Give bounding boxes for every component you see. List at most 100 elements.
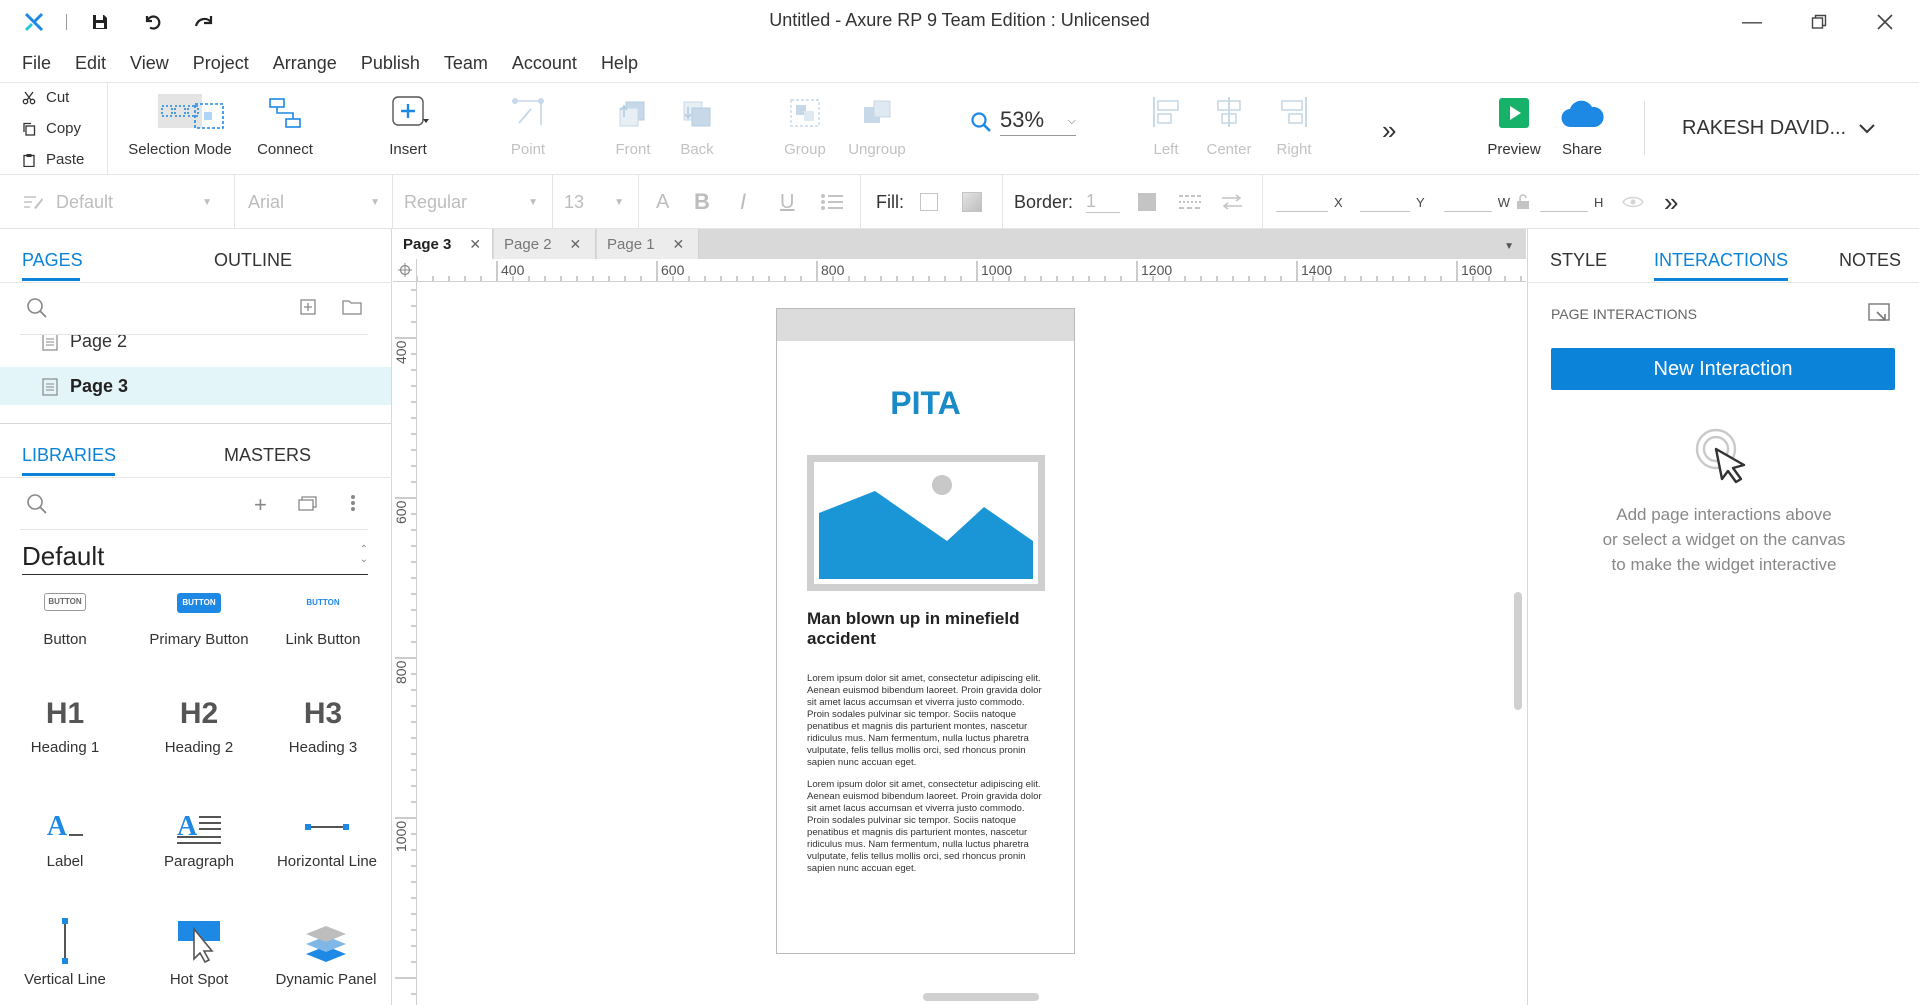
new-interaction-button[interactable]: New Interaction — [1551, 348, 1895, 390]
widget-button[interactable]: BUTTON Button — [16, 587, 114, 675]
more-tools-icon[interactable]: » — [1382, 115, 1396, 146]
front-button[interactable]: Front — [608, 83, 658, 176]
add-folder-icon[interactable] — [342, 299, 362, 320]
close-tab-icon[interactable]: ✕ — [570, 236, 582, 253]
border-color-button[interactable] — [1138, 175, 1156, 229]
tab-page-1[interactable]: Page 1 ✕ — [597, 229, 699, 259]
tab-outline[interactable]: OUTLINE — [214, 250, 292, 271]
tab-page-3[interactable]: Page 3 ✕ — [393, 229, 493, 259]
paste-button[interactable]: Paste — [22, 151, 84, 168]
close-tab-icon[interactable]: ✕ — [673, 236, 685, 253]
font-size-dropdown[interactable]: 13 ▼ — [564, 175, 624, 229]
preview-button[interactable]: Preview — [1484, 83, 1544, 176]
menu-team[interactable]: Team — [444, 53, 488, 74]
menu-arrange[interactable]: Arrange — [273, 53, 337, 74]
mobile-mockup[interactable]: PITA Man blown up in minefield accident … — [776, 308, 1075, 954]
arrow-style-button[interactable] — [1220, 175, 1244, 229]
x-input[interactable]: X — [1276, 175, 1346, 229]
w-input[interactable]: W — [1444, 175, 1510, 229]
fill-color-button[interactable] — [920, 175, 938, 229]
ruler-origin-icon[interactable] — [393, 259, 417, 282]
widget-hot-spot[interactable]: Hot Spot — [140, 917, 258, 1005]
more-format-icon[interactable]: » — [1664, 175, 1678, 229]
library-select[interactable]: Default ⌃ ⌄ — [22, 541, 368, 575]
widget-primary-button[interactable]: BUTTON Primary Button — [140, 587, 258, 675]
add-page-icon[interactable] — [300, 299, 316, 320]
fill-style-button[interactable] — [962, 175, 982, 229]
more-options-icon[interactable] — [350, 494, 356, 517]
menu-account[interactable]: Account — [512, 53, 577, 74]
underline-button[interactable]: U — [780, 175, 794, 229]
search-library-icon[interactable] — [26, 493, 48, 520]
vertical-scrollbar[interactable] — [1514, 592, 1522, 710]
tab-notes[interactable]: NOTES — [1839, 250, 1901, 271]
font-color-button[interactable]: A — [656, 175, 669, 229]
tab-interactions[interactable]: INTERACTIONS — [1654, 250, 1788, 271]
page-item-page-2[interactable]: Page 2 — [0, 335, 392, 365]
font-dropdown[interactable]: Arial ▼ — [248, 175, 380, 229]
menu-file[interactable]: File — [22, 53, 51, 74]
bold-button[interactable]: B — [694, 175, 710, 229]
align-right-button[interactable]: Right — [1272, 83, 1316, 176]
menu-publish[interactable]: Publish — [361, 53, 420, 74]
h-input[interactable]: H — [1540, 175, 1606, 229]
selection-rect-icon[interactable] — [192, 101, 226, 140]
fill-label: Fill: — [876, 191, 904, 212]
widget-heading-1[interactable]: H1 Heading 1 — [16, 697, 114, 785]
font-weight-dropdown[interactable]: Regular ▼ — [404, 175, 538, 229]
label-widget-icon: A — [46, 811, 68, 842]
y-input[interactable]: Y — [1360, 175, 1430, 229]
menu-edit[interactable]: Edit — [75, 53, 106, 74]
align-center-button[interactable]: Center — [1204, 83, 1254, 176]
page-item-page-3[interactable]: Page 3 — [0, 367, 391, 405]
insert-button[interactable]: Insert — [380, 83, 436, 176]
tab-masters[interactable]: MASTERS — [224, 445, 311, 466]
ruler-label: 800 — [821, 262, 845, 278]
expand-panel-icon[interactable] — [1868, 303, 1890, 330]
widget-paragraph[interactable]: A Paragraph — [140, 807, 258, 895]
copy-button[interactable]: Copy — [22, 120, 81, 137]
border-width-input[interactable]: 1 — [1086, 175, 1120, 229]
tab-list-chevron-icon[interactable]: ▼ — [1504, 241, 1514, 252]
widget-label-item[interactable]: A Label — [16, 807, 114, 895]
window-title: Untitled - Axure RP 9 Team Edition : Unl… — [769, 10, 1150, 30]
tab-libraries[interactable]: LIBRARIES — [22, 445, 116, 466]
widget-dynamic-panel[interactable]: Dynamic Panel — [274, 917, 378, 1005]
tab-pages[interactable]: PAGES — [22, 250, 83, 271]
style-dropdown[interactable]: Default ▼ — [22, 175, 222, 229]
point-button[interactable]: Point — [500, 83, 556, 176]
close-window-icon[interactable] — [1869, 8, 1901, 36]
widget-horizontal-line[interactable]: Horizontal Line — [274, 807, 380, 895]
minimize-icon[interactable]: — — [1736, 8, 1768, 36]
widget-vertical-line[interactable]: Vertical Line — [16, 917, 114, 1005]
widget-link-button[interactable]: BUTTON Link Button — [274, 587, 372, 675]
menu-view[interactable]: View — [130, 53, 169, 74]
tab-style[interactable]: STYLE — [1550, 250, 1607, 271]
lock-aspect-button[interactable] — [1516, 175, 1530, 229]
widget-heading-3[interactable]: H3 Heading 3 — [274, 697, 372, 785]
cut-button[interactable]: Cut — [22, 89, 69, 106]
zoom-control[interactable]: 53% ⌵ — [970, 107, 1076, 136]
ungroup-button[interactable]: Ungroup — [844, 83, 910, 176]
horizontal-scrollbar[interactable] — [923, 993, 1039, 1001]
menu-help[interactable]: Help — [601, 53, 638, 74]
align-left-button[interactable]: Left — [1146, 83, 1186, 176]
group-button[interactable]: Group — [780, 83, 830, 176]
share-button[interactable]: Share — [1556, 83, 1608, 176]
tab-page-2[interactable]: Page 2 ✕ — [494, 229, 596, 259]
library-manage-icon[interactable] — [298, 495, 320, 516]
search-pages-icon[interactable] — [26, 297, 48, 324]
account-menu[interactable]: RAKESH DAVID... — [1682, 117, 1876, 140]
italic-button[interactable]: I — [740, 175, 746, 229]
widget-heading-2[interactable]: H2 Heading 2 — [140, 697, 258, 785]
connect-button[interactable]: Connect — [250, 83, 320, 176]
menu-project[interactable]: Project — [193, 53, 249, 74]
horizontal-ruler: 400 600 800 1000 1200 1400 1600 — [417, 259, 1526, 282]
bullet-list-button[interactable] — [820, 175, 844, 229]
visibility-button[interactable] — [1622, 175, 1644, 229]
maximize-icon[interactable] — [1803, 8, 1835, 36]
close-tab-icon[interactable]: ✕ — [469, 236, 481, 253]
add-library-icon[interactable]: + — [254, 492, 267, 518]
border-style-button[interactable] — [1178, 175, 1202, 229]
back-button[interactable]: Back — [672, 83, 722, 176]
